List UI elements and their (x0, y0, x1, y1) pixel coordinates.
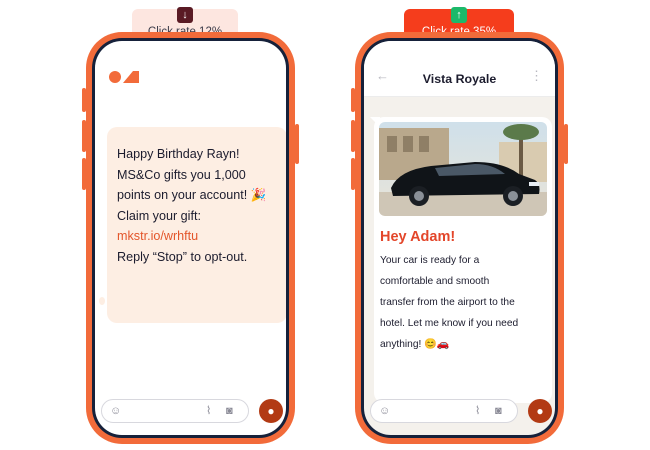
message-line: hotel. Let me know if you need (380, 318, 519, 329)
sms-phone: Happy Birthday Rayn! MS&Co gifts you 1,0… (82, 32, 299, 444)
emoji-icon[interactable]: ☺ (379, 404, 390, 418)
chat-header: ← Vista Royale ⋮ (364, 41, 555, 97)
mic-button[interactable]: ● (528, 399, 552, 423)
arrow-down-icon: ↓ (177, 7, 193, 23)
emoji-icon[interactable]: ☺ (110, 404, 121, 418)
mic-icon: ● (536, 404, 544, 418)
message-line: comfortable and smooth (380, 276, 490, 287)
car-image[interactable] (379, 122, 547, 216)
message-body: Your car is ready for a comfortable and … (380, 250, 547, 355)
sms-screen: Happy Birthday Rayn! MS&Co gifts you 1,0… (95, 41, 286, 435)
message-line: anything! 😊🚗 (380, 339, 450, 350)
contact-name: Vista Royale (422, 72, 497, 86)
attach-icon[interactable]: ⌇ (206, 404, 211, 418)
attach-icon[interactable]: ⌇ (475, 404, 480, 418)
sms-line: Happy Birthday Rayn! (117, 147, 240, 161)
brand-logo (109, 71, 139, 83)
whatsapp-message-bubble: Hey Adam! Your car is ready for a comfor… (374, 117, 552, 403)
mic-icon: ● (267, 404, 275, 418)
message-line: transfer from the airport to the (380, 297, 515, 308)
camera-icon[interactable]: ◙ (226, 404, 233, 418)
sms-message-bubble: Happy Birthday Rayn! MS&Co gifts you 1,0… (107, 127, 286, 323)
sms-link[interactable]: mkstr.io/wrhftu (117, 226, 277, 247)
sms-line: Reply “Stop” to opt-out. (117, 249, 248, 264)
message-heading: Hey Adam! (380, 229, 456, 245)
arrow-up-icon: ↑ (451, 7, 467, 23)
camera-icon[interactable]: ◙ (495, 404, 502, 418)
mic-button[interactable]: ● (259, 399, 283, 423)
more-menu-icon[interactable]: ⋮ (530, 69, 543, 83)
message-input[interactable]: ☺ ⌇ ◙ (101, 399, 249, 423)
message-line: Your car is ready for a (380, 255, 480, 266)
whatsapp-phone: ← Vista Royale ⋮ Hey Adam! Your car is r… (351, 32, 568, 444)
whatsapp-screen: ← Vista Royale ⋮ Hey Adam! Your car is r… (364, 41, 555, 435)
message-input[interactable]: ☺ ⌇ ◙ (370, 399, 518, 423)
sms-line: Claim your gift: (117, 208, 201, 223)
sms-line: MS&Co gifts you 1,000 (117, 167, 246, 182)
sms-line: points on your account! 🎉 (117, 188, 267, 202)
